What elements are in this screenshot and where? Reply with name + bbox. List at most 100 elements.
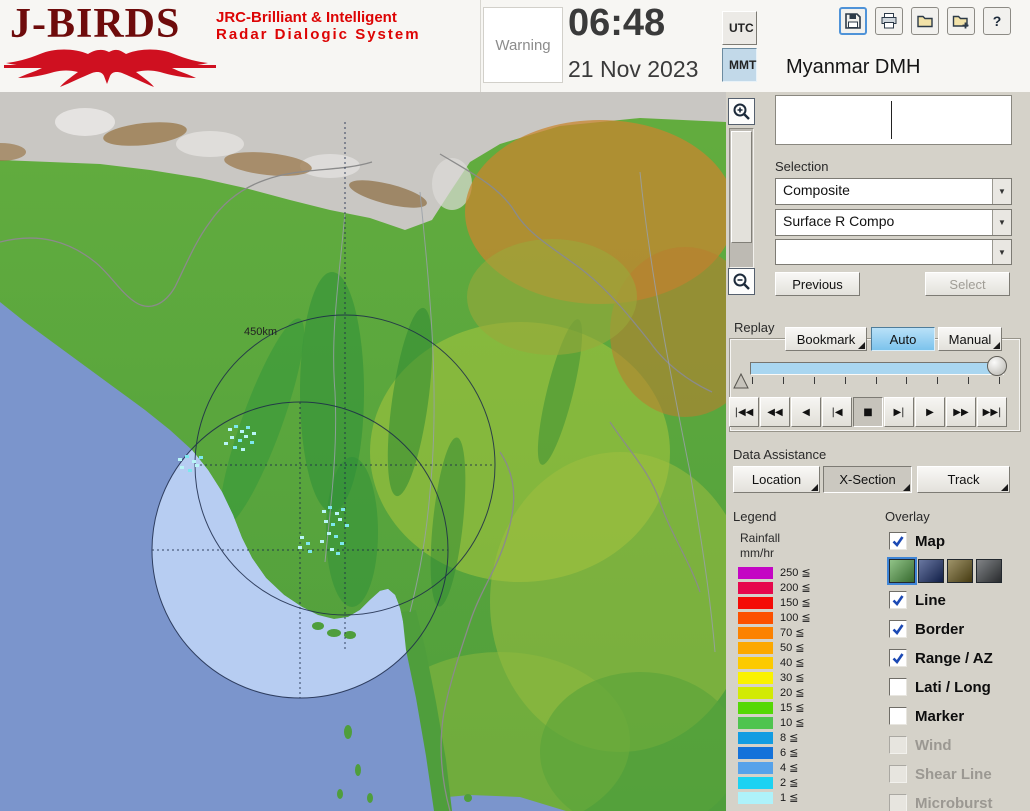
zoom-in-button[interactable] (728, 98, 755, 125)
unchecked-checkbox[interactable] (889, 678, 907, 696)
product-category-value: Composite (783, 182, 850, 198)
product-category-select[interactable]: Composite ▼ (775, 178, 1012, 205)
legend-color-swatch (738, 671, 773, 684)
text-cursor (891, 101, 892, 139)
legend-row: 20 ≦ (738, 685, 811, 700)
overlay-item-lati-long[interactable]: Lati / Long (889, 676, 1029, 698)
timeline-tick (937, 377, 939, 384)
add-folder-icon (952, 15, 969, 29)
menu-corner-icon (1001, 484, 1008, 491)
clock-time: 06:48 (568, 2, 666, 44)
unchecked-checkbox (889, 765, 907, 783)
legend-row: 150 ≦ (738, 595, 811, 610)
menu-corner-icon (903, 484, 910, 491)
check-icon (892, 536, 904, 548)
auto-replay-button[interactable]: Auto (871, 327, 935, 351)
overlay-label: Lati / Long (915, 678, 991, 696)
zoom-out-button[interactable] (728, 268, 755, 295)
checked-checkbox[interactable] (889, 591, 907, 609)
save-button[interactable] (839, 7, 867, 35)
legend-color-swatch (738, 731, 773, 744)
map-style-option-1[interactable] (889, 559, 915, 583)
playback-stop-button[interactable]: ■ (853, 397, 883, 427)
menu-corner-icon (858, 342, 865, 349)
legend-color-swatch (738, 641, 773, 654)
playback-step-back-button[interactable]: |◀ (822, 397, 852, 427)
replay-timeline-track[interactable] (750, 362, 1004, 375)
overlay-item-line[interactable]: Line (889, 589, 1029, 611)
overlay-item-map[interactable]: Map (889, 530, 1029, 552)
unchecked-checkbox (889, 794, 907, 811)
location-button[interactable]: Location (733, 466, 820, 493)
playback-fast-forward-button[interactable]: ▶▶ (946, 397, 976, 427)
chevron-down-icon[interactable]: ▼ (992, 240, 1011, 264)
map-style-option-4[interactable] (976, 559, 1002, 583)
legend-row: 6 ≦ (738, 745, 811, 760)
legend-section-label: Legend (733, 509, 777, 524)
open-file-button[interactable] (911, 7, 939, 35)
timeline-tick (875, 377, 877, 384)
chevron-down-icon[interactable]: ▼ (992, 210, 1011, 235)
open-folder-icon (917, 15, 933, 28)
legend-color-swatch (738, 686, 773, 699)
legend-color-swatch (738, 596, 773, 609)
utc-button[interactable]: UTC (722, 11, 757, 45)
playback-rewind-button[interactable]: ◀◀ (760, 397, 790, 427)
legend-value: 200 ≦ (780, 582, 811, 594)
scrollbar-thumb[interactable] (731, 131, 752, 243)
previous-button[interactable]: Previous (775, 272, 860, 296)
product-option-select[interactable]: ▼ (775, 239, 1012, 265)
legend-value: 50 ≦ (780, 642, 805, 654)
radar-map[interactable]: 450km (0, 92, 726, 811)
rainfall-legend: 250 ≦ 200 ≦ 150 ≦ 100 ≦ 70 ≦ 50 ≦ 40 ≦ 30 ≦ 20 ≦… (738, 565, 811, 805)
playback-last-button[interactable]: ▶▶| (977, 397, 1007, 427)
legend-row: 40 ≦ (738, 655, 811, 670)
playback-play-button[interactable]: ▶ (915, 397, 945, 427)
chevron-down-icon[interactable]: ▼ (992, 179, 1011, 204)
x-section-button[interactable]: X-Section (823, 466, 912, 493)
map-style-option-3[interactable] (947, 559, 973, 583)
map-style-swatches (889, 559, 1029, 583)
legend-row: 2 ≦ (738, 775, 811, 790)
product-type-select[interactable]: Surface R Compo ▼ (775, 209, 1012, 236)
x-section-button-label: X-Section (839, 472, 896, 487)
mmt-button[interactable]: MMT (722, 48, 757, 82)
warning-status-box: Warning (483, 7, 563, 83)
playback-first-button[interactable]: |◀◀ (729, 397, 759, 427)
select-button[interactable]: Select (925, 272, 1010, 296)
map-style-option-2[interactable] (918, 559, 944, 583)
help-button[interactable]: ? (983, 7, 1011, 35)
overlay-item-range-az[interactable]: Range / AZ (889, 647, 1029, 669)
timeline-slider-handle[interactable] (987, 356, 1007, 376)
playback-play-reverse-button[interactable]: ◀ (791, 397, 821, 427)
status-text-field[interactable] (775, 95, 1012, 145)
unchecked-checkbox[interactable] (889, 707, 907, 725)
clock-date: 21 Nov 2023 (568, 56, 699, 82)
playback-step-forward-button[interactable]: ▶| (884, 397, 914, 427)
toolbar: ? (839, 7, 1011, 35)
legend-value: 15 ≦ (780, 702, 805, 714)
save-as-button[interactable] (947, 7, 975, 35)
legend-value: 8 ≦ (780, 732, 799, 744)
legend-color-swatch (738, 716, 773, 729)
overlay-item-marker[interactable]: Marker (889, 705, 1029, 727)
check-icon (892, 595, 904, 607)
print-button[interactable] (875, 7, 903, 35)
timeline-start-marker (733, 373, 749, 389)
legend-value: 4 ≦ (780, 762, 799, 774)
map-zoom-scrollbar[interactable] (729, 128, 754, 268)
overlay-checkbox-list: Map Line Border Range / AZ Lati / Long Marker… (889, 530, 1029, 811)
legend-color-swatch (738, 581, 773, 594)
manual-replay-button[interactable]: Manual (938, 327, 1002, 351)
legend-value: 30 ≦ (780, 672, 805, 684)
menu-corner-icon (811, 484, 818, 491)
eagle-logo-icon (4, 49, 216, 87)
checked-checkbox[interactable] (889, 620, 907, 638)
legend-row: 100 ≦ (738, 610, 811, 625)
legend-row: 250 ≦ (738, 565, 811, 580)
bookmark-button[interactable]: Bookmark (785, 327, 867, 351)
checked-checkbox[interactable] (889, 649, 907, 667)
overlay-item-border[interactable]: Border (889, 618, 1029, 640)
checked-checkbox[interactable] (889, 532, 907, 550)
track-button[interactable]: Track (917, 466, 1010, 493)
